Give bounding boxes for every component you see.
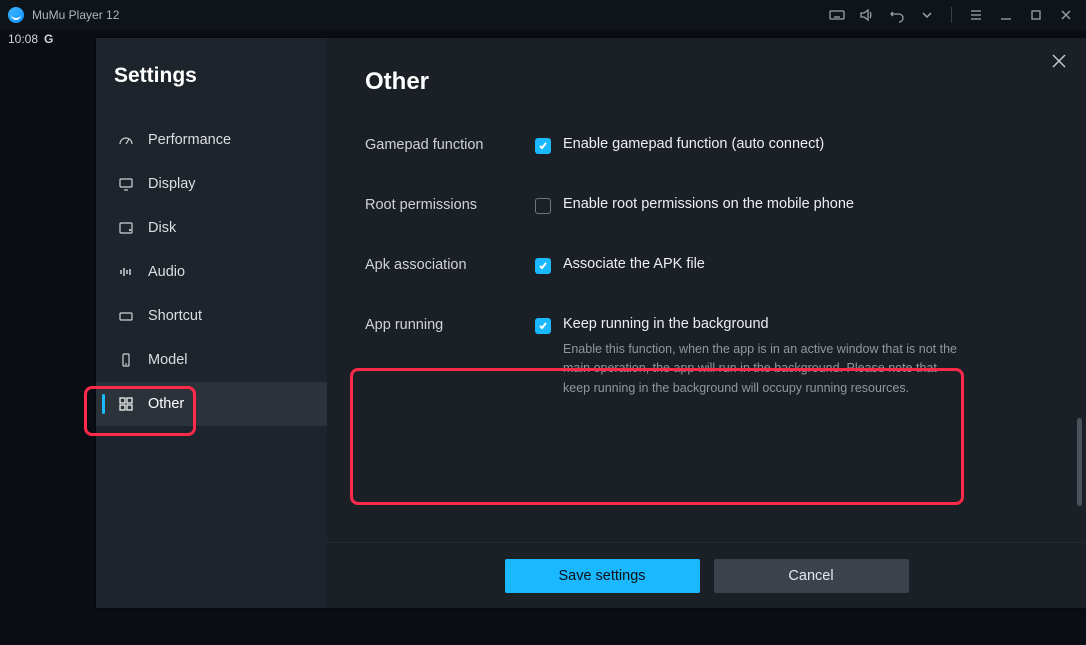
option-label: Keep running in the background (563, 316, 963, 332)
titlebar-separator (951, 7, 952, 23)
disk-icon (118, 220, 134, 236)
sidebar-item-label: Model (148, 352, 188, 368)
sidebar-item-performance[interactable]: Performance (96, 118, 327, 162)
section-label: Gamepad function (365, 136, 535, 153)
chevron-down-icon[interactable] (919, 7, 935, 23)
sidebar-item-disk[interactable]: Disk (96, 206, 327, 250)
sidebar-title: Settings (96, 64, 327, 118)
settings-content: Other Gamepad function Enable gamepad fu… (327, 38, 1086, 608)
sidebar-item-other[interactable]: Other (96, 382, 327, 426)
status-time: 10:08 (8, 32, 38, 46)
sidebar-item-label: Shortcut (148, 308, 202, 324)
sidebar-item-label: Audio (148, 264, 185, 280)
settings-dialog: Settings Performance Display Disk Audio (96, 38, 1086, 608)
sidebar-item-audio[interactable]: Audio (96, 250, 327, 294)
section-gamepad: Gamepad function Enable gamepad function… (365, 136, 1058, 154)
option-label: Enable gamepad function (auto connect) (563, 136, 824, 152)
sidebar-item-shortcut[interactable]: Shortcut (96, 294, 327, 338)
checkbox-apk[interactable] (535, 258, 551, 274)
audio-bars-icon (118, 264, 134, 280)
checkbox-app-running[interactable] (535, 318, 551, 334)
section-apk: Apk association Associate the APK file (365, 256, 1058, 274)
save-button[interactable]: Save settings (505, 559, 700, 593)
volume-icon[interactable] (859, 7, 875, 23)
phone-icon (118, 352, 134, 368)
app-title: MuMu Player 12 (32, 8, 119, 22)
option-label: Associate the APK file (563, 256, 705, 272)
scrollbar-thumb[interactable] (1077, 418, 1082, 506)
cancel-button[interactable]: Cancel (714, 559, 909, 593)
section-label: App running (365, 316, 535, 333)
status-indicator: G (44, 32, 53, 46)
sidebar-item-display[interactable]: Display (96, 162, 327, 206)
titlebar: MuMu Player 12 (0, 0, 1086, 30)
section-root: Root permissions Enable root permissions… (365, 196, 1058, 214)
keyboard-small-icon (118, 308, 134, 324)
menu-icon[interactable] (968, 7, 984, 23)
section-label: Root permissions (365, 196, 535, 213)
option-description: Enable this function, when the app is in… (563, 340, 963, 398)
page-title: Other (365, 68, 1058, 96)
sidebar-item-label: Display (148, 176, 196, 192)
scrollbar[interactable] (1077, 418, 1082, 618)
dialog-footer: Save settings Cancel (327, 542, 1086, 608)
undo-icon[interactable] (889, 7, 905, 23)
app-logo-icon (8, 7, 24, 23)
status-strip: 10:08 G (0, 30, 61, 48)
section-app-running: App running Keep running in the backgrou… (365, 316, 1058, 398)
checkbox-root[interactable] (535, 198, 551, 214)
sidebar-item-label: Performance (148, 132, 231, 148)
checkbox-gamepad[interactable] (535, 138, 551, 154)
close-dialog-button[interactable] (1050, 52, 1070, 72)
minimize-icon[interactable] (998, 7, 1014, 23)
section-label: Apk association (365, 256, 535, 273)
grid-icon (118, 396, 134, 412)
sidebar-item-model[interactable]: Model (96, 338, 327, 382)
gauge-icon (118, 132, 134, 148)
option-label: Enable root permissions on the mobile ph… (563, 196, 854, 212)
monitor-icon (118, 176, 134, 192)
maximize-icon[interactable] (1028, 7, 1044, 23)
close-window-icon[interactable] (1058, 7, 1074, 23)
sidebar-item-label: Other (148, 396, 184, 412)
settings-sidebar: Settings Performance Display Disk Audio (96, 38, 327, 608)
keyboard-icon[interactable] (829, 7, 845, 23)
sidebar-item-label: Disk (148, 220, 176, 236)
